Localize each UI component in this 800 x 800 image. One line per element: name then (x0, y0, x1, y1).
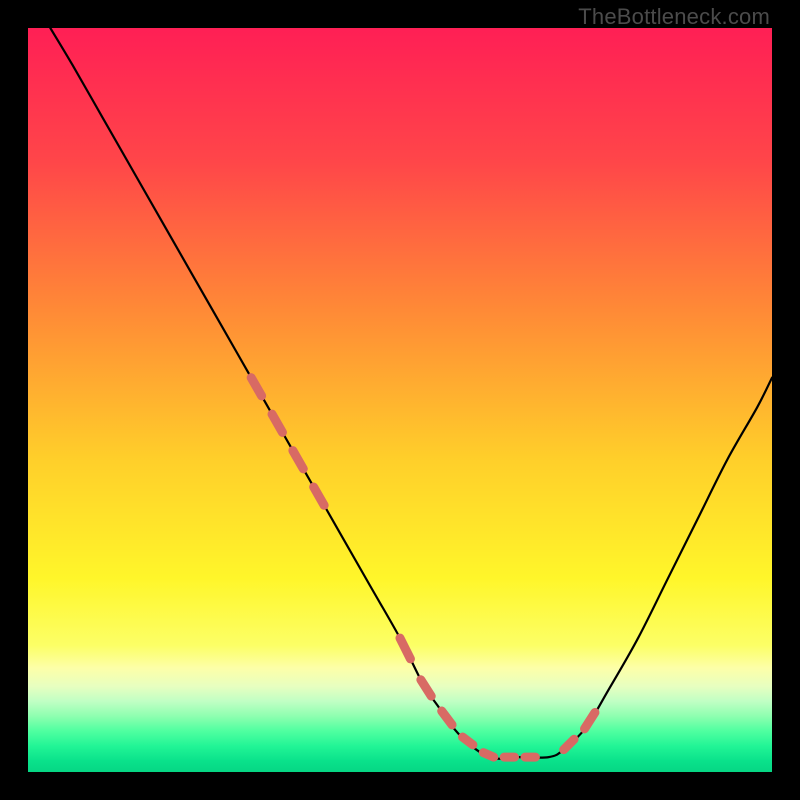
chart-frame (28, 28, 772, 772)
gradient-background (28, 28, 772, 772)
highlight-dash (483, 753, 493, 757)
watermark-text: TheBottleneck.com (578, 4, 770, 30)
bottleneck-chart (28, 28, 772, 772)
highlight-dash (462, 737, 472, 745)
